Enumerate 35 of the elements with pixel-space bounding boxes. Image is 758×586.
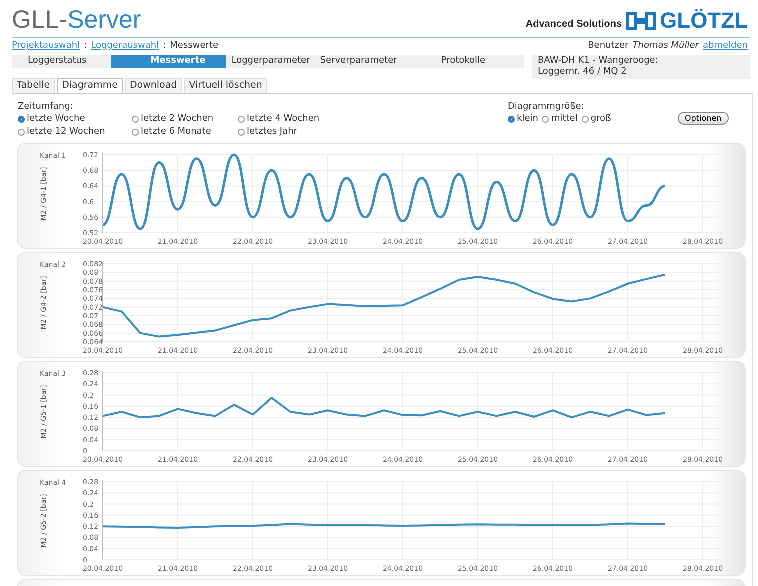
brand-name: GLÖTZL [660, 10, 748, 32]
time-range-label: Zeitumfang: [18, 102, 74, 112]
nav-tab[interactable]: Serverparameter [316, 55, 402, 68]
logger-info: BAW-DH K1 - Wangerooge: [538, 56, 660, 67]
logger-info: Loggernr. 46 / MQ 2 [538, 67, 628, 78]
options-button[interactable]: Optionen [678, 112, 729, 125]
user-name: Thomas Müller [632, 41, 699, 53]
tagline: Advanced Solutions [526, 18, 622, 30]
nav-tab[interactable]: Loggerparameter [228, 55, 314, 68]
breadcrumb-separator: : [163, 41, 166, 53]
breadcrumb-separator: : [84, 41, 88, 53]
breadcrumb-current: Messwerte [170, 41, 219, 53]
sub-tab[interactable]: Diagramme [57, 78, 123, 93]
time-range-option[interactable]: letzte 6 Monate [132, 126, 238, 138]
time-range-option[interactable]: letztes Jahr [238, 126, 358, 138]
chart-size-option[interactable]: mittel [542, 113, 578, 125]
chart-size-option[interactable]: groß [582, 113, 612, 125]
sub-tab[interactable]: Tabelle [12, 78, 56, 93]
time-range-option[interactable]: letzte 12 Wochen [18, 126, 132, 138]
nav-tab[interactable]: Loggerstatus [12, 55, 91, 68]
chart-size-label: Diagrammgröße: [508, 102, 586, 112]
chart-size-option[interactable]: klein [508, 113, 538, 125]
time-range-option[interactable]: letzte 4 Wochen [238, 113, 358, 125]
user-label: Benutzer [588, 41, 629, 53]
time-range-option[interactable]: letzte Woche [18, 113, 132, 125]
logout-link[interactable]: abmelden [703, 41, 748, 53]
logo-icon [626, 12, 656, 30]
nav-tab[interactable]: Protokolle [437, 55, 490, 68]
sub-tab[interactable]: Virtuell löschen [184, 78, 268, 93]
breadcrumb-link[interactable]: Projektauswahl [12, 41, 80, 53]
app-title: GLL-Server [12, 6, 142, 34]
nav-tab[interactable]: Messwerte [110, 55, 226, 68]
time-range-option[interactable]: letzte 2 Wochen [132, 113, 238, 125]
sub-tab[interactable]: Download [124, 78, 182, 93]
breadcrumb-link[interactable]: Loggerauswahl [91, 41, 160, 53]
